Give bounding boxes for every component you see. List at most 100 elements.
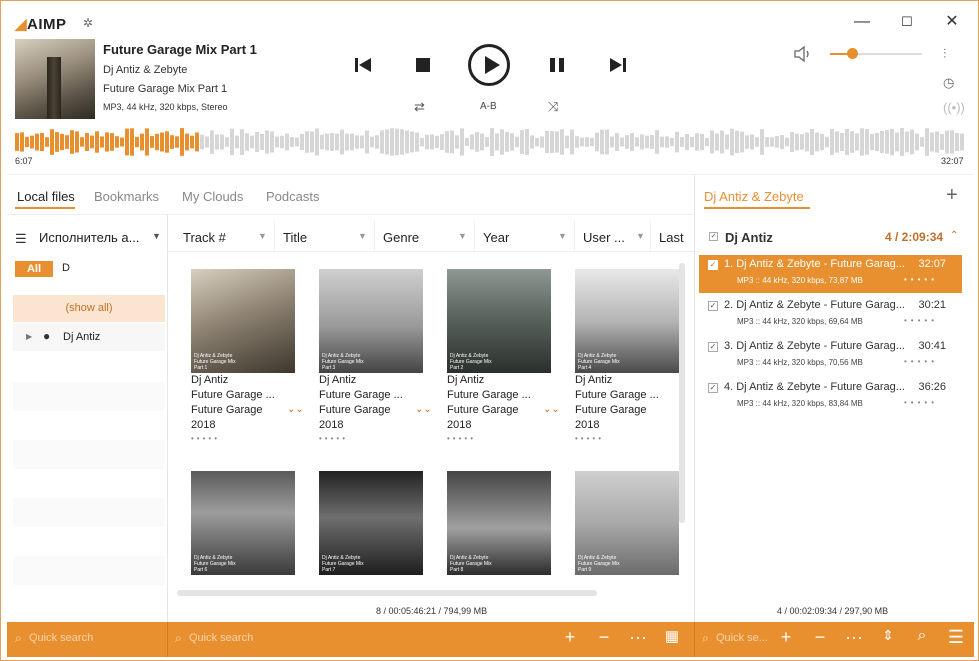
tab-podcasts[interactable]: Podcasts — [266, 189, 319, 204]
menu-icon[interactable]: ☰ — [15, 231, 27, 247]
repeat-off-icon[interactable]: ⇄ — [414, 99, 425, 115]
rating-dots[interactable]: ••••• — [191, 434, 301, 443]
volume-icon[interactable] — [793, 45, 813, 63]
add-icon[interactable]: + — [558, 627, 582, 648]
tab-my-clouds[interactable]: My Clouds — [182, 189, 243, 204]
rating-dots[interactable]: ••••• — [319, 434, 429, 443]
track-info: MP3 :: 44 kHz, 320 kbps, 83,84 MB — [737, 399, 863, 408]
rating-dots[interactable]: ••••• — [904, 275, 938, 284]
column-last[interactable]: Last — [659, 230, 684, 245]
gear-icon[interactable]: ✲ — [83, 16, 93, 30]
menu-icon[interactable]: ☰ — [944, 627, 968, 648]
filter-icon[interactable]: ▼ — [636, 231, 645, 241]
vertical-scrollbar[interactable] — [679, 263, 685, 523]
playlist-track[interactable]: ✓ 4. Dj Antiz & Zebyte - Future Garag... 3… — [699, 378, 962, 416]
column-separator[interactable] — [274, 221, 275, 251]
sort-icon[interactable]: ⇕ — [876, 627, 900, 644]
waveform-seekbar[interactable] — [15, 126, 965, 158]
play-button[interactable] — [468, 44, 510, 86]
show-all-item[interactable]: (show all) — [13, 295, 165, 322]
album-year: 2018 — [191, 419, 216, 431]
album-tile[interactable]: Dj Antiz & Zebyte Future Garage Mix Part… — [447, 471, 557, 575]
album-tile[interactable]: Dj Antiz & Zebyte Future Garage Mix Part… — [575, 471, 685, 575]
grid-view-icon[interactable]: ▦ — [660, 627, 684, 645]
volume-slider-handle[interactable] — [847, 48, 858, 59]
add-icon[interactable]: + — [774, 627, 798, 648]
tab-local-files[interactable]: Local files — [17, 189, 75, 204]
quick-search-library[interactable]: Quick search — [189, 632, 253, 644]
track-checkbox[interactable]: ✓ — [708, 260, 718, 270]
tab-playlist[interactable]: Dj Antiz & Zebyte — [704, 189, 804, 204]
remove-icon[interactable]: − — [808, 627, 832, 648]
album-art-text: Dj Antiz & Zebyte Future Garage Mix Part… — [322, 353, 364, 371]
column-separator[interactable] — [374, 221, 375, 251]
expand-icon[interactable]: ⌄⌄ — [543, 404, 560, 415]
pause-icon[interactable] — [545, 53, 569, 77]
expand-icon[interactable]: ⌄⌄ — [415, 404, 432, 415]
group-by-selector[interactable]: Исполнитель а... — [39, 230, 140, 245]
album-artist: Dj Antiz — [447, 374, 485, 386]
close-button[interactable]: ✕ — [941, 11, 963, 33]
remove-icon[interactable]: − — [592, 627, 616, 648]
maximize-button[interactable]: ☐ — [896, 11, 918, 33]
rating-dots[interactable]: ••••• — [904, 357, 938, 366]
expand-arrow-icon[interactable]: ▶ — [26, 332, 32, 341]
more-icon[interactable]: ··· — [626, 627, 650, 648]
broadcast-icon[interactable]: ((•)) — [943, 100, 965, 115]
album-tile[interactable]: Dj Antiz & Zebyte Future Garage Mix Part… — [191, 471, 301, 575]
clock-icon[interactable]: ◷ — [943, 75, 954, 91]
column-track-number[interactable]: Track # — [183, 230, 226, 245]
track-checkbox[interactable]: ✓ — [708, 342, 718, 352]
column-separator[interactable] — [474, 221, 475, 251]
ab-repeat-button[interactable]: A-B — [480, 101, 497, 112]
track-checkbox[interactable]: ✓ — [708, 301, 718, 311]
column-title[interactable]: Title — [283, 230, 307, 245]
expand-icon[interactable]: ⌄⌄ — [287, 404, 304, 415]
album-tile[interactable]: Dj Antiz & Zebyte Future Garage Mix Part… — [191, 269, 304, 443]
playlist-track[interactable]: ✓ 1. Dj Antiz & Zebyte - Future Garag... 3… — [699, 255, 962, 293]
search-icon[interactable]: ⌕ — [910, 627, 934, 645]
album-artist: Dj Antiz — [575, 374, 613, 386]
album-tile[interactable]: Dj Antiz & Zebyte Future Garage Mix Part… — [575, 269, 685, 443]
previous-icon[interactable] — [351, 53, 375, 77]
rating-dots[interactable]: ••••• — [575, 434, 685, 443]
filter-icon[interactable]: ▼ — [558, 231, 567, 241]
album-tile[interactable]: Dj Antiz & Zebyte Future Garage Mix Part… — [447, 269, 560, 443]
stop-icon[interactable] — [411, 53, 435, 77]
chevron-down-icon[interactable]: ▼ — [152, 231, 161, 241]
filter-letter-d[interactable]: D — [62, 262, 70, 274]
track-info: MP3 :: 44 kHz, 320 kbps, 73,87 MB — [737, 276, 863, 285]
filter-icon[interactable]: ▼ — [458, 231, 467, 241]
playlist-track[interactable]: ✓ 2. Dj Antiz & Zebyte - Future Garag... 3… — [699, 296, 962, 334]
column-user-rating[interactable]: User ... — [583, 230, 625, 245]
column-separator[interactable] — [574, 221, 575, 251]
rating-dots[interactable]: ••••• — [904, 316, 938, 325]
add-playlist-icon[interactable]: + — [946, 184, 958, 207]
minimize-button[interactable]: — — [851, 11, 873, 33]
rating-dots[interactable]: ••••• — [904, 398, 938, 407]
equalizer-icon[interactable]: ⫶ — [943, 46, 946, 62]
group-checkbox[interactable]: ✓ — [709, 232, 718, 241]
more-icon[interactable]: ··· — [842, 627, 866, 648]
filter-icon[interactable]: ▼ — [358, 231, 367, 241]
track-checkbox[interactable]: ✓ — [708, 383, 718, 393]
column-separator[interactable] — [650, 221, 651, 251]
quick-search-playlist[interactable]: Quick se... — [716, 632, 768, 644]
column-year[interactable]: Year — [483, 230, 509, 245]
column-genre[interactable]: Genre — [383, 230, 419, 245]
album-tile[interactable]: Dj Antiz & Zebyte Future Garage Mix Part… — [319, 269, 432, 443]
filter-icon[interactable]: ▼ — [258, 231, 267, 241]
shuffle-icon[interactable]: ⤨ — [548, 99, 558, 115]
divider — [694, 622, 695, 657]
album-art: Dj Antiz & Zebyte Future Garage Mix Part… — [319, 269, 423, 373]
filter-all-button[interactable]: All — [15, 261, 53, 277]
album-tile[interactable]: Dj Antiz & Zebyte Future Garage Mix Part… — [319, 471, 429, 575]
collapse-icon[interactable]: ⌃ — [950, 230, 958, 241]
horizontal-scrollbar[interactable] — [177, 590, 597, 596]
quick-search-left[interactable]: Quick search — [29, 632, 93, 644]
track-name: 4. Dj Antiz & Zebyte - Future Garag... — [724, 381, 905, 393]
next-icon[interactable] — [606, 53, 630, 77]
playlist-track[interactable]: ✓ 3. Dj Antiz & Zebyte - Future Garag... 3… — [699, 337, 962, 375]
tab-bookmarks[interactable]: Bookmarks — [94, 189, 159, 204]
rating-dots[interactable]: ••••• — [447, 434, 557, 443]
